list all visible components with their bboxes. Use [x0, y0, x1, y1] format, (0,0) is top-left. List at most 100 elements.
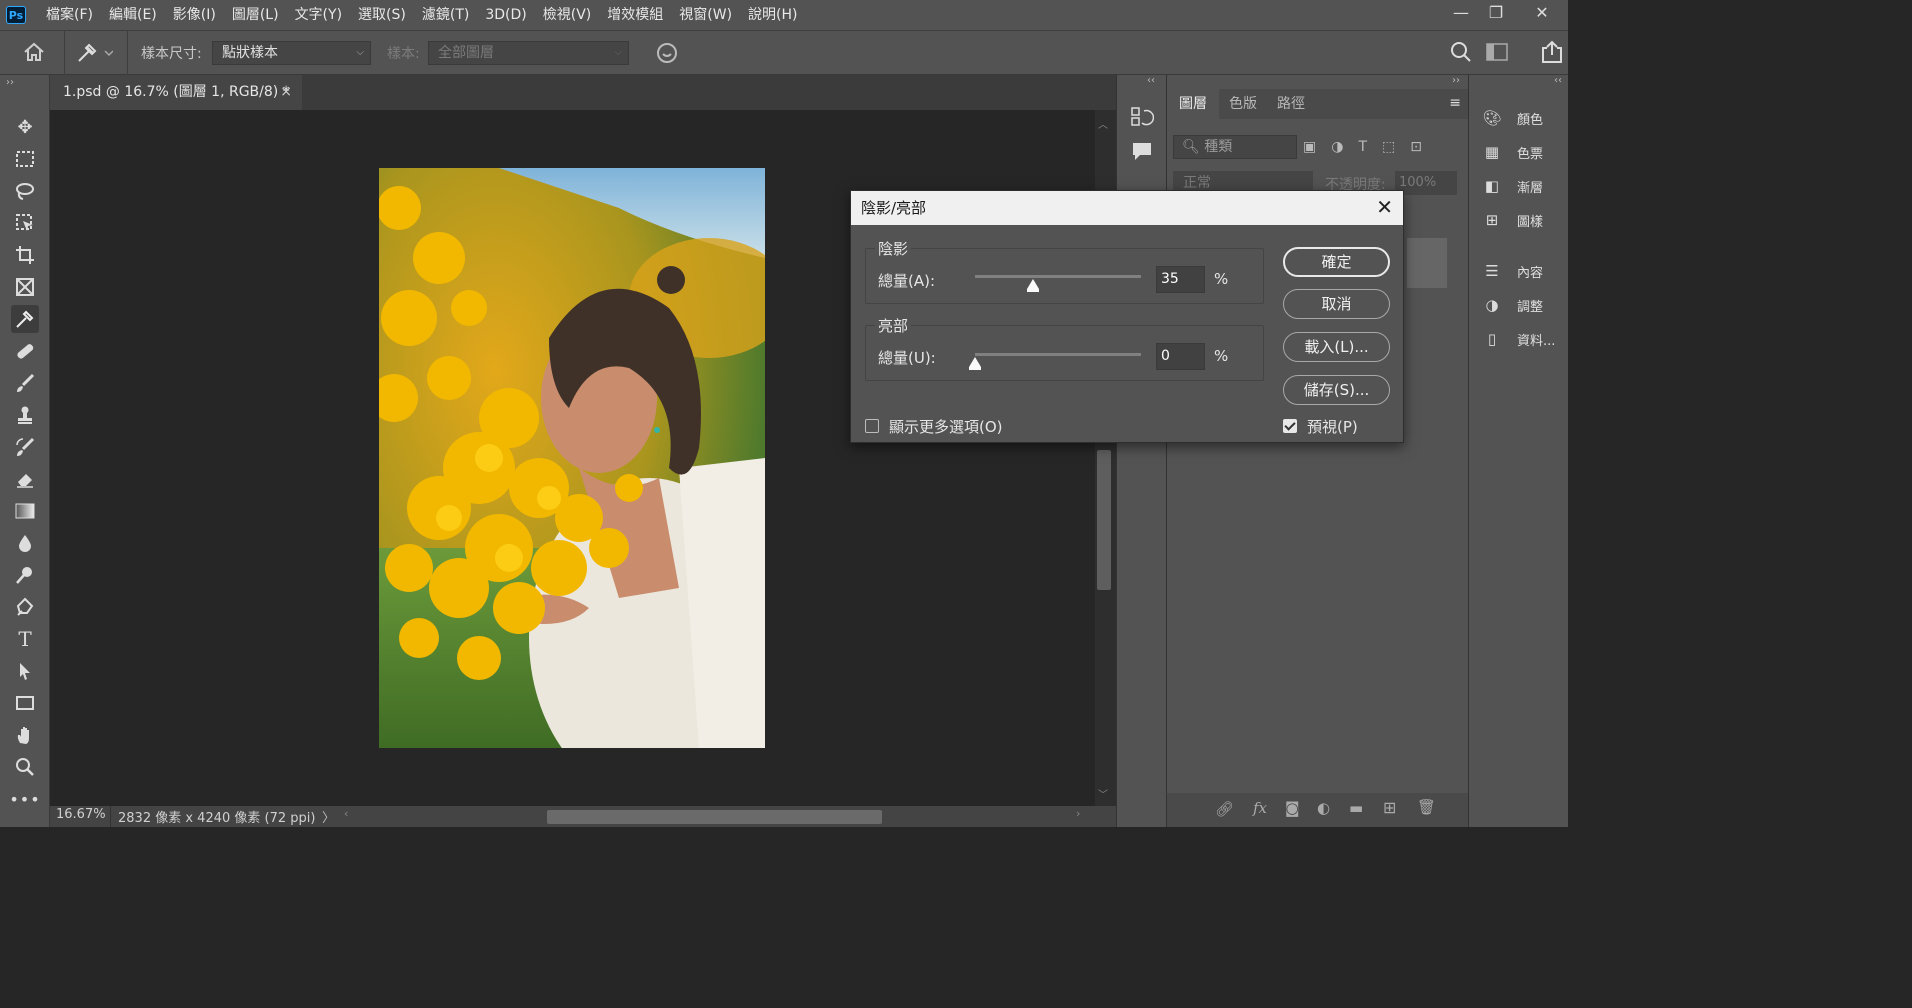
close-window-button[interactable]: ✕	[1524, 0, 1560, 28]
expand-icon[interactable]: ››	[6, 77, 14, 88]
close-icon[interactable]: ✕	[1376, 191, 1393, 224]
object-selection-tool-icon[interactable]	[11, 209, 39, 237]
tab-paths[interactable]: 路徑	[1265, 89, 1317, 119]
opacity-field[interactable]: 100%	[1395, 171, 1457, 195]
lasso-tool-icon[interactable]	[11, 177, 39, 205]
scroll-left-icon[interactable]: ‹	[344, 807, 348, 820]
eyedropper-tool-icon[interactable]	[11, 305, 39, 333]
status-menu-chevron-icon[interactable]: 〉	[322, 807, 335, 826]
eraser-tool-icon[interactable]	[11, 465, 39, 493]
menu-3d[interactable]: 3D(D)	[477, 0, 534, 30]
menu-help[interactable]: 說明(H)	[740, 0, 805, 30]
scroll-down-icon[interactable]: ﹀	[1098, 786, 1108, 801]
scroll-up-icon[interactable]: ︿	[1098, 116, 1108, 131]
divider	[127, 31, 128, 75]
load-button[interactable]: 載入(L)...	[1283, 332, 1390, 362]
panel-adjustments[interactable]: ◑ 調整	[1481, 292, 1561, 318]
show-more-options-checkbox[interactable]	[865, 419, 879, 433]
save-button[interactable]: 儲存(S)...	[1283, 375, 1390, 405]
highlights-amount-field[interactable]: 0	[1156, 343, 1205, 370]
preview-label[interactable]: 預視(P)	[1307, 416, 1358, 437]
layer-row-highlight[interactable]	[1407, 238, 1447, 288]
path-selection-tool-icon[interactable]	[11, 657, 39, 685]
tab-layers[interactable]: 圖層	[1167, 89, 1219, 119]
menu-layer[interactable]: 圖層(L)	[224, 0, 287, 30]
zoom-level[interactable]: 16.67%	[56, 807, 106, 822]
menu-filter[interactable]: 濾鏡(T)	[414, 0, 477, 30]
menu-window[interactable]: 視窗(W)	[671, 0, 740, 30]
minimize-button[interactable]: —	[1443, 0, 1479, 28]
vertical-scroll-thumb[interactable]	[1097, 450, 1111, 590]
clone-stamp-tool-icon[interactable]	[11, 401, 39, 429]
libraries-icon: ▯	[1487, 330, 1497, 348]
menu-image[interactable]: 影像(I)	[165, 0, 224, 30]
panel-menu-icon[interactable]: ≡	[1449, 95, 1461, 111]
dialog-title-bar[interactable]: 陰影/亮部 ✕	[851, 191, 1403, 225]
fx-icon[interactable]: fx	[1253, 799, 1267, 817]
highlights-amount-slider[interactable]	[975, 353, 1141, 356]
more-tools-icon[interactable]: •••	[9, 785, 39, 813]
panel-gradients[interactable]: ◧ 漸層	[1481, 173, 1561, 199]
collapse-icon[interactable]: ‹‹	[1147, 75, 1155, 86]
pen-tool-icon[interactable]	[11, 593, 39, 621]
hand-tool-icon[interactable]	[11, 721, 39, 749]
layer-filter-select[interactable]: 🔍︎ 種類	[1173, 135, 1297, 159]
horizontal-scroll-thumb[interactable]	[547, 810, 882, 824]
panel-color[interactable]: 🎨︎ 顏色	[1481, 105, 1561, 131]
panel-properties[interactable]: ☰ 內容	[1481, 258, 1561, 284]
workspace-icon[interactable]	[1486, 43, 1508, 63]
frame-tool-icon[interactable]	[11, 273, 39, 301]
share-icon[interactable]	[1541, 40, 1565, 64]
eyedropper-preset-icon[interactable]	[75, 41, 115, 65]
search-icon[interactable]	[1450, 41, 1474, 65]
menu-plugins[interactable]: 增效模組	[599, 0, 671, 30]
healing-brush-tool-icon[interactable]	[11, 337, 39, 365]
history-brush-tool-icon[interactable]	[11, 433, 39, 461]
history-panel-icon[interactable]	[1130, 105, 1155, 129]
brush-tool-icon[interactable]	[11, 369, 39, 397]
menu-view[interactable]: 檢視(V)	[535, 0, 600, 30]
ok-button[interactable]: 確定	[1283, 247, 1390, 277]
show-sampling-ring-icon[interactable]	[655, 41, 679, 65]
panel-libraries[interactable]: ▯ 資料...	[1481, 326, 1561, 352]
panel-swatches[interactable]: ▦ 色票	[1481, 139, 1561, 165]
blur-tool-icon[interactable]	[11, 529, 39, 557]
move-tool-icon[interactable]: ✥	[11, 113, 39, 141]
gradient-tool-icon[interactable]	[11, 497, 39, 525]
document-tab[interactable]: 1.psd @ 16.7% (圖層 1, RGB/8) * ×	[50, 75, 302, 110]
panel-patterns[interactable]: ⊞ 圖樣	[1481, 207, 1561, 233]
new-layer-icon[interactable]: ⊞	[1383, 798, 1396, 817]
scroll-right-icon[interactable]: ›	[1076, 807, 1080, 820]
trash-icon[interactable]: 🗑︎	[1417, 798, 1436, 816]
menu-file[interactable]: 檔案(F)	[38, 0, 101, 30]
sample-select[interactable]: 全部圖層 ⌵	[428, 41, 629, 65]
rectangle-tool-icon[interactable]	[11, 689, 39, 717]
shadows-amount-slider[interactable]	[975, 275, 1141, 278]
show-more-options-label[interactable]: 顯示更多選項(O)	[889, 416, 1003, 437]
close-document-icon[interactable]: ×	[280, 75, 292, 109]
add-mask-icon[interactable]: ◙	[1285, 799, 1300, 817]
collapse-icon[interactable]: ››	[1452, 75, 1460, 86]
sample-size-select[interactable]: 點狀樣本 ⌵	[212, 41, 371, 65]
layer-filter-icons[interactable]: ▣◑T⬚⊡	[1303, 139, 1437, 155]
collapse-icon[interactable]: ‹‹	[1554, 75, 1562, 86]
comments-panel-icon[interactable]	[1130, 139, 1154, 163]
adjustment-layer-icon[interactable]: ◐	[1317, 799, 1330, 817]
menu-type[interactable]: 文字(Y)	[287, 0, 350, 30]
menu-edit[interactable]: 編輯(E)	[101, 0, 165, 30]
crop-tool-icon[interactable]	[11, 241, 39, 269]
shadows-amount-field[interactable]: 35	[1156, 266, 1205, 293]
home-icon[interactable]	[22, 41, 48, 65]
link-layers-icon[interactable]: 🔗︎	[1215, 800, 1234, 818]
cancel-button[interactable]: 取消	[1283, 289, 1390, 319]
type-tool-icon[interactable]: T	[11, 625, 39, 653]
marquee-tool-icon[interactable]	[11, 145, 39, 173]
panel-color-label: 顏色	[1517, 112, 1544, 128]
restore-button[interactable]: ❐	[1478, 0, 1514, 28]
group-folder-icon[interactable]: ▬	[1349, 799, 1363, 817]
tab-channels[interactable]: 色版	[1217, 89, 1269, 119]
dodge-tool-icon[interactable]	[11, 561, 39, 589]
preview-checkbox[interactable]	[1283, 419, 1297, 433]
zoom-tool-icon[interactable]	[11, 753, 39, 781]
menu-select[interactable]: 選取(S)	[350, 0, 414, 30]
